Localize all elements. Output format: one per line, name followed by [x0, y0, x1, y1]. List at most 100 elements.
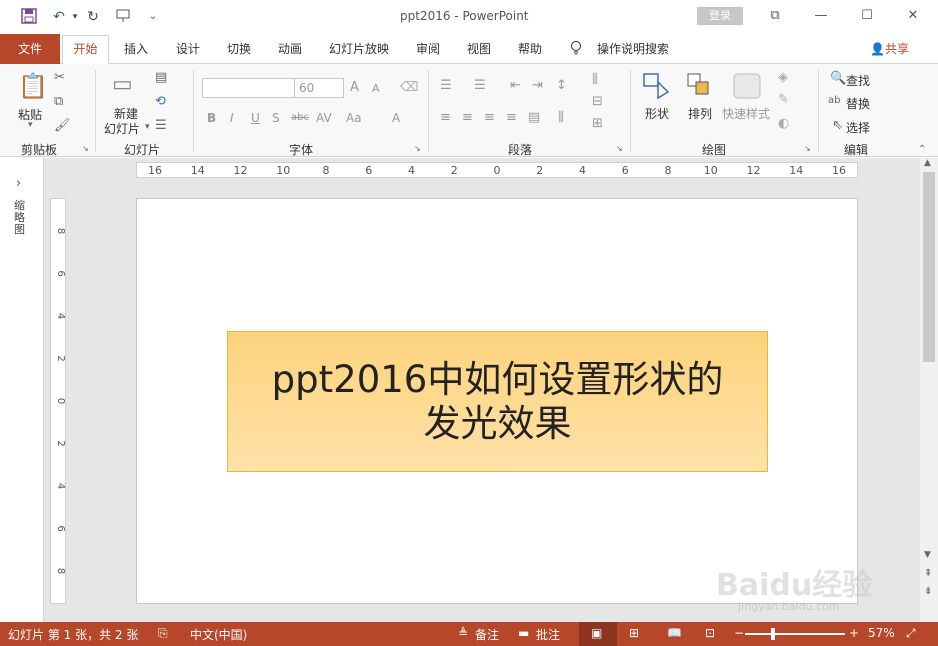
fit-to-window-icon[interactable]: ⤢	[906, 626, 916, 641]
collapse-ribbon-icon[interactable]: ⌃	[918, 144, 926, 155]
notes-button[interactable]: 备注	[475, 626, 499, 643]
maximize-button[interactable]: ☐	[852, 6, 882, 26]
scroll-up-icon[interactable]: ▲	[924, 158, 931, 168]
decrease-indent-icon[interactable]: ⇤	[510, 78, 521, 93]
align-text-icon[interactable]: ⊟	[592, 94, 603, 109]
new-slide-icon[interactable]: ▭	[112, 72, 133, 97]
paste-dropdown-icon[interactable]: ▾	[28, 120, 33, 130]
line-spacing-icon[interactable]: ↕	[556, 78, 567, 93]
shrink-font-button[interactable]: A	[372, 82, 380, 95]
section-icon[interactable]: ☰	[155, 118, 167, 133]
char-spacing-button[interactable]: AV	[316, 111, 332, 125]
increase-indent-icon[interactable]: ⇥	[532, 78, 543, 93]
align-center-icon[interactable]: ≡	[462, 110, 473, 125]
language-indicator[interactable]: 中文(中国)	[190, 626, 247, 643]
undo-dropdown-icon[interactable]: ▾	[66, 8, 84, 26]
smartart-icon[interactable]: ⊞	[592, 116, 603, 131]
underline-button[interactable]: U	[251, 111, 260, 125]
tab-file[interactable]: 文件	[0, 34, 60, 64]
font-size-combo[interactable]: 60	[294, 78, 344, 98]
shapes-button[interactable]: 形状	[645, 105, 669, 122]
present-icon[interactable]	[114, 8, 132, 26]
align-left-icon[interactable]: ≡	[440, 110, 451, 125]
shadow-button[interactable]: S	[272, 111, 280, 125]
format-painter-icon[interactable]: 🖌	[54, 118, 71, 133]
zoom-slider[interactable]	[745, 633, 845, 635]
arrange-button[interactable]: 排列	[688, 105, 712, 122]
vertical-scrollbar[interactable]: ▲ ▼ ⇞ ⇟	[920, 158, 938, 622]
font-name-combo[interactable]	[202, 78, 295, 98]
tab-transitions[interactable]: 切换	[227, 40, 251, 57]
change-case-button[interactable]: Aa	[346, 111, 362, 125]
justify-icon[interactable]: ≡	[506, 110, 517, 125]
slide-canvas[interactable]: ppt2016中如何设置形状的 发光效果	[136, 198, 858, 604]
replace-icon[interactable]: ab	[828, 95, 840, 106]
share-button[interactable]: 👤共享	[870, 40, 909, 57]
glow-shape[interactable]: ppt2016中如何设置形状的 发光效果	[227, 331, 768, 472]
layout-icon[interactable]: ▤	[155, 70, 167, 85]
clear-format-icon[interactable]: ⌫	[400, 80, 418, 95]
save-icon[interactable]	[20, 8, 38, 26]
paste-icon[interactable]: 📋	[18, 72, 48, 100]
redo-icon[interactable]: ↻	[84, 8, 102, 26]
reading-view-icon[interactable]: 📖	[667, 626, 682, 640]
expand-thumbnails-icon[interactable]: ›	[16, 176, 21, 191]
italic-button[interactable]: I	[230, 111, 234, 125]
replace-button[interactable]: 替换	[846, 95, 870, 112]
tab-design[interactable]: 设计	[176, 40, 200, 57]
new-slide-dropdown-icon[interactable]: ▾	[145, 122, 150, 132]
next-slide-icon[interactable]: ⇟	[924, 586, 932, 597]
new-slide-label-2[interactable]: 幻灯片	[104, 120, 140, 137]
tell-me-search[interactable]: 操作说明搜索	[597, 40, 669, 57]
clipboard-launcher-icon[interactable]: ↘	[82, 144, 89, 153]
restore-ribbon-icon[interactable]: ⧉	[760, 6, 790, 26]
paragraph-launcher-icon[interactable]: ↘	[616, 144, 623, 153]
text-direction-icon[interactable]: ⫼	[592, 72, 598, 87]
select-button[interactable]: 选择	[846, 119, 870, 136]
shapes-icon[interactable]	[642, 72, 672, 104]
close-button[interactable]: ✕	[898, 6, 928, 26]
distributed-icon[interactable]: ▤	[528, 110, 540, 125]
copy-icon[interactable]: ⧉	[54, 94, 63, 109]
cut-icon[interactable]: ✂	[54, 70, 65, 85]
tab-help[interactable]: 帮助	[518, 40, 542, 57]
shape-effects-icon[interactable]: ◐	[778, 116, 789, 131]
tab-insert[interactable]: 插入	[124, 40, 148, 57]
zoom-out-button[interactable]: −	[734, 626, 744, 640]
quick-styles-button[interactable]: 快速样式	[722, 105, 770, 122]
tab-review[interactable]: 审阅	[416, 40, 440, 57]
comments-button[interactable]: 批注	[536, 626, 560, 643]
font-color-button[interactable]: A	[392, 111, 400, 125]
shape-text[interactable]: ppt2016中如何设置形状的 发光效果	[272, 358, 724, 446]
spellcheck-icon[interactable]: ⎘	[158, 626, 168, 641]
previous-slide-icon[interactable]: ⇞	[924, 568, 932, 579]
find-icon[interactable]: 🔍	[830, 71, 846, 86]
shape-fill-icon[interactable]: ◈	[778, 70, 788, 85]
quick-styles-icon[interactable]	[732, 72, 762, 104]
find-button[interactable]: 查找	[846, 72, 870, 89]
tab-view[interactable]: 视图	[467, 40, 491, 57]
numbering-icon[interactable]: ☰	[474, 78, 486, 93]
tab-slideshow[interactable]: 幻灯片放映	[329, 40, 389, 57]
scroll-down-icon[interactable]: ▼	[924, 550, 931, 560]
zoom-slider-handle[interactable]	[771, 628, 775, 640]
drawing-launcher-icon[interactable]: ↘	[804, 144, 811, 153]
minimize-button[interactable]: —	[806, 6, 836, 26]
slide-sorter-icon[interactable]: ⊞	[629, 626, 639, 640]
grow-font-button[interactable]: A	[350, 80, 359, 95]
strikethrough-button[interactable]: abc	[291, 112, 309, 123]
slide-counter[interactable]: 幻灯片 第 1 张，共 2 张	[8, 626, 138, 643]
slideshow-icon[interactable]: ⊡	[705, 626, 715, 640]
arrange-icon[interactable]	[686, 72, 714, 104]
columns-icon[interactable]: ⫼	[558, 110, 564, 125]
zoom-in-button[interactable]: +	[849, 626, 859, 640]
tab-animations[interactable]: 动画	[278, 40, 302, 57]
login-button[interactable]: 登录	[697, 7, 743, 25]
bullets-icon[interactable]: ☰	[440, 78, 452, 93]
thumbnails-label[interactable]: 缩略图	[14, 200, 28, 236]
reset-icon[interactable]: ⟲	[155, 94, 166, 109]
bold-button[interactable]: B	[207, 111, 216, 125]
shape-outline-icon[interactable]: ✎	[778, 92, 789, 107]
tab-home[interactable]: 开始	[62, 35, 109, 65]
align-right-icon[interactable]: ≡	[484, 110, 495, 125]
